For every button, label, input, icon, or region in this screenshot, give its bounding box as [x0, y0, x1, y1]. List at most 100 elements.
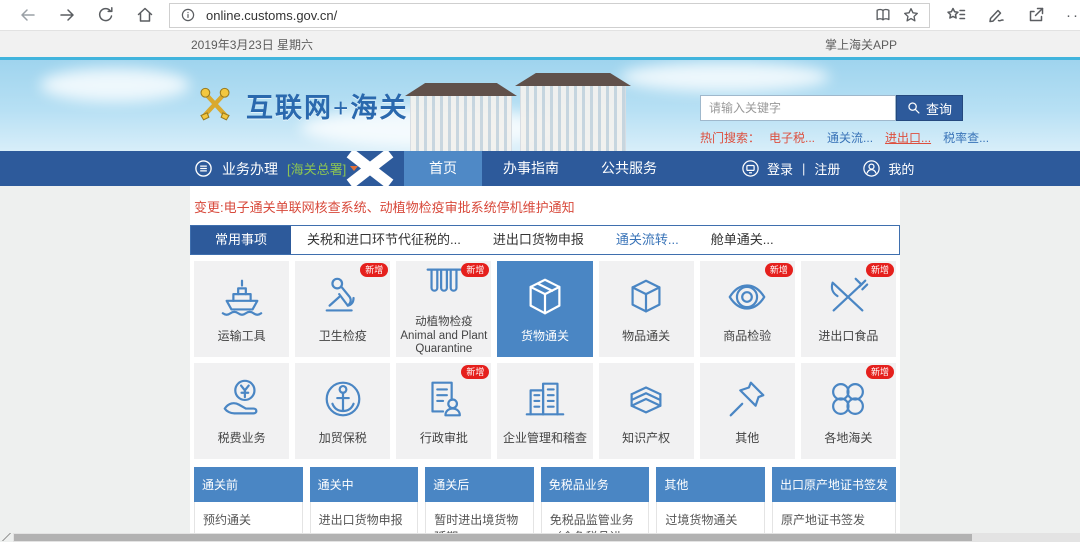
favorite-star-icon[interactable] — [901, 5, 921, 25]
tile-label: 运输工具 — [218, 329, 266, 343]
reading-view-icon[interactable] — [873, 5, 893, 25]
tile-tax-coin-hand[interactable]: 税费业务 — [194, 363, 289, 459]
home-icon[interactable] — [135, 5, 155, 25]
test-tubes-icon — [421, 261, 467, 312]
share-icon[interactable] — [1026, 5, 1046, 25]
tile-clover[interactable]: 各地海关新增 — [801, 363, 896, 459]
anchor-icon — [320, 376, 366, 427]
address-bar[interactable]: online.customs.gov.cn/ — [169, 3, 930, 28]
bottom-column-header[interactable]: 通关前 — [194, 467, 303, 502]
hot-search-term[interactable]: 进出口... — [885, 129, 931, 146]
date-text: 2019年3月23日 星期六 — [191, 36, 313, 53]
pushpin-icon — [724, 376, 770, 427]
maintenance-notice-link[interactable]: 变更:电子通关单联网核查系统、动植物检疫审批系统停机维护通知 — [190, 186, 900, 225]
customs-building-image — [410, 85, 626, 151]
hamburger-menu-icon[interactable] — [194, 159, 213, 178]
hot-search-terms: 电子税... 通关流... 进出口... 税率查... — [769, 129, 989, 146]
user-person-icon — [862, 159, 881, 178]
cloud-decoration — [620, 62, 830, 92]
hot-search-term[interactable]: 电子税... — [769, 129, 815, 146]
tile-cube[interactable]: 物品通关 — [599, 261, 694, 357]
tile-label: 物品通关 — [622, 329, 670, 343]
tile-label: 企业管理和稽查 — [503, 431, 587, 445]
golden-keys-emblem-icon — [194, 84, 236, 126]
my-account-link[interactable]: 我的 — [888, 159, 914, 178]
site-title: 互联网+海关 — [246, 86, 408, 125]
new-badge: 新增 — [765, 263, 793, 277]
nav-menu: 首页办事指南公共服务 — [404, 151, 678, 186]
web-note-pen-icon[interactable] — [986, 5, 1006, 25]
nav-item-办事指南[interactable]: 办事指南 — [482, 151, 580, 186]
forward-icon[interactable] — [57, 5, 77, 25]
tile-label: 货物通关 — [521, 329, 569, 343]
tile-microscope[interactable]: 卫生检疫新增 — [295, 261, 390, 357]
site-info-icon[interactable] — [178, 5, 198, 25]
tab-进出口货物申报[interactable]: 进出口货物申报 — [477, 226, 600, 254]
tile-document-person[interactable]: 行政审批新增 — [396, 363, 491, 459]
tile-label: 加贸保税 — [319, 431, 367, 445]
tile-label: 进出口食品 — [818, 329, 878, 343]
tab-舱单通关...[interactable]: 舱单通关... — [695, 226, 790, 254]
tile-label: 知识产权 — [622, 431, 670, 445]
tile-cargo-box[interactable]: 货物通关 — [497, 261, 592, 357]
site-logo[interactable]: 互联网+海关 — [194, 84, 408, 126]
business-menu-label[interactable]: 业务办理 — [222, 159, 278, 179]
favorites-list-icon[interactable] — [946, 5, 966, 25]
bottom-column-header[interactable]: 其他 — [656, 467, 765, 502]
tab-常用事项[interactable]: 常用事项 — [191, 226, 291, 254]
tab-关税和进口环节代征税的...[interactable]: 关税和进口环节代征税的... — [291, 226, 477, 254]
ship-icon — [219, 274, 265, 325]
tile-cutlery[interactable]: 进出口食品新增 — [801, 261, 896, 357]
tile-label: 行政审批 — [420, 431, 468, 445]
tile-ship[interactable]: 运输工具 — [194, 261, 289, 357]
new-badge: 新增 — [461, 263, 489, 277]
hero-header: 互联网+海关 查询 热门搜索： 电子税...通关流...进出口...税率查... — [0, 57, 1080, 151]
nav-item-公共服务[interactable]: 公共服务 — [580, 151, 678, 186]
tile-label: 其他 — [735, 431, 759, 445]
scrollbar-thumb[interactable] — [14, 534, 972, 541]
cube-icon — [623, 274, 669, 325]
tab-通关流转...[interactable]: 通关流转... — [600, 226, 695, 254]
register-link[interactable]: 注册 — [814, 159, 840, 178]
category-tabbar: 常用事项关税和进口环节代征税的...进出口货物申报通关流转...舱单通关... — [190, 225, 900, 255]
search-button[interactable]: 查询 — [896, 95, 963, 121]
tile-anchor[interactable]: 加贸保税 — [295, 363, 390, 459]
quick-links-section: 通关前预约通关新进出境货物申报预核通关中进出口货物申报通关后暂时进出境货物延期免… — [194, 467, 896, 542]
bottom-column-免税品业务: 免税品业务免税品监管业务（含免税品进口、入出库、调拨、销售、报损和结转等） — [541, 467, 650, 542]
refresh-icon[interactable] — [96, 5, 116, 25]
tile-test-tubes[interactable]: 动植物检疫 Animal and Plant Quarantine新增 — [396, 261, 491, 357]
back-icon[interactable] — [18, 5, 38, 25]
hot-search-term[interactable]: 税率查... — [943, 129, 989, 146]
tile-books-stack[interactable]: 知识产权 — [599, 363, 694, 459]
books-stack-icon — [623, 376, 669, 427]
login-register-divider: | — [800, 161, 807, 176]
tile-buildings[interactable]: 企业管理和稽查 — [497, 363, 592, 459]
tile-label: 商品检验 — [723, 329, 771, 343]
eye-icon — [724, 274, 770, 325]
tile-label: 税费业务 — [218, 431, 266, 445]
service-tile-grid: 运输工具 卫生检疫新增动植物检疫 Animal and Plant Quarant… — [194, 261, 896, 459]
url-text[interactable]: online.customs.gov.cn/ — [206, 8, 865, 23]
bottom-column-header[interactable]: 通关后 — [425, 467, 534, 502]
date-bar: 2019年3月23日 星期六 掌上海关APP — [0, 31, 1080, 57]
cutlery-icon — [825, 274, 871, 325]
mobile-app-link[interactable]: 掌上海关APP — [825, 36, 897, 53]
search-input[interactable] — [700, 95, 896, 121]
x-divider-decoration — [344, 151, 396, 186]
browser-toolbar: online.customs.gov.cn/ ·· — [0, 0, 1080, 31]
bottom-column-header[interactable]: 出口原产地证书签发 — [772, 467, 896, 502]
tile-eye[interactable]: 商品检验 新增 — [700, 261, 795, 357]
bottom-column-通关后: 通关后暂时进出境货物延期 — [425, 467, 534, 542]
more-menu-icon[interactable]: ·· — [1066, 7, 1080, 24]
bottom-column-header[interactable]: 通关中 — [310, 467, 419, 502]
cargo-box-icon — [522, 274, 568, 325]
bottom-column-其他: 其他过境货物通关 — [656, 467, 765, 539]
nav-item-首页[interactable]: 首页 — [404, 151, 482, 186]
bottom-column-header[interactable]: 免税品业务 — [541, 467, 650, 502]
horizontal-scrollbar[interactable] — [13, 533, 1080, 542]
login-link[interactable]: 登录 — [767, 159, 793, 178]
new-badge: 新增 — [360, 263, 388, 277]
tile-pushpin[interactable]: 其他 — [700, 363, 795, 459]
tax-coin-hand-icon — [219, 376, 265, 427]
hot-search-term[interactable]: 通关流... — [827, 129, 873, 146]
